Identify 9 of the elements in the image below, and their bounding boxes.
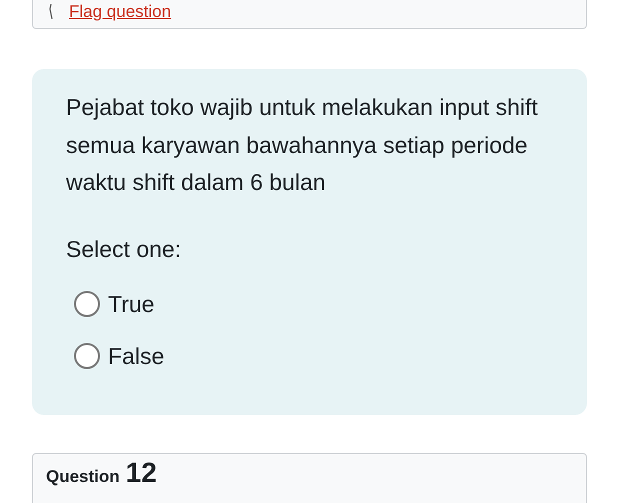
question-label: Question (46, 467, 120, 487)
option-label: True (108, 290, 154, 318)
option-label: False (108, 342, 164, 370)
question-number: 12 (126, 458, 157, 488)
radio-button[interactable] (74, 342, 100, 368)
select-one-label: Select one: (66, 234, 182, 264)
flag-question-link[interactable]: Flag question (69, 2, 172, 22)
radio-button[interactable] (74, 290, 100, 316)
question-text: Pejabat toko wajib untuk melakukan input shift semua karyawan bawahannya setiap periode waktu shift dalam 6 bulan (66, 93, 539, 197)
